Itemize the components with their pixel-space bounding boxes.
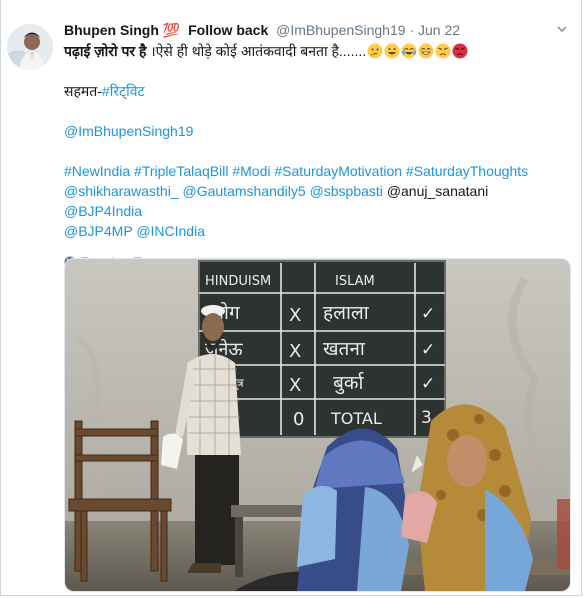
- board-cell: हलाला: [323, 302, 370, 324]
- hashtag[interactable]: #NewIndia: [64, 163, 130, 179]
- board-cell: ✓: [421, 374, 435, 394]
- board-cell: ✓: [421, 304, 435, 324]
- tweet-photo[interactable]: HINDUISM ISLAM योग X हलाला ✓ जनेऊ X खतना…: [64, 258, 571, 592]
- chevron-down-icon[interactable]: [555, 22, 569, 36]
- hashtag-retweet[interactable]: #रिट्विट: [102, 83, 145, 99]
- tweet-date[interactable]: Jun 22: [418, 22, 460, 38]
- mention[interactable]: @INCIndia: [136, 223, 205, 239]
- tears-of-joy-icon: [401, 43, 417, 59]
- avatar[interactable]: [7, 24, 53, 70]
- author-handle[interactable]: @ImBhupenSingh19: [276, 22, 405, 38]
- tweet-content: Bhupen Singh 💯 Follow back @ImBhupenSing…: [64, 20, 569, 269]
- hashtag[interactable]: #TripleTalaqBill: [134, 163, 228, 179]
- pouting-face-icon: [452, 43, 468, 59]
- thinking-face-icon: [367, 43, 383, 59]
- sahmat-prefix: सहमत-: [64, 83, 102, 99]
- classroom-photo: HINDUISM ISLAM योग X हलाला ✓ जनेऊ X खतना…: [65, 259, 570, 591]
- board-header-right: ISLAM: [335, 274, 375, 289]
- tweet-text-bold: पढ़ाई ज़ोरो पर है: [64, 43, 147, 59]
- grinning-big-eyes-icon: [418, 43, 434, 59]
- grinning-face-icon: [384, 43, 400, 59]
- tweet-card: Bhupen Singh 💯 Follow back @ImBhupenSing…: [0, 0, 582, 596]
- board-cell: X: [289, 341, 301, 362]
- hashtag[interactable]: #Modi: [232, 163, 270, 179]
- mention-self[interactable]: @ImBhupenSingh19: [64, 123, 193, 139]
- hashtag[interactable]: #SaturdayThoughts: [406, 163, 528, 179]
- hashtag[interactable]: #SaturdayMotivation: [274, 163, 402, 179]
- sahmat-line: सहमत-#रिट्विट: [64, 81, 569, 101]
- mention[interactable]: @BJP4MP: [64, 223, 132, 239]
- mention-line: @ImBhupenSingh19: [64, 121, 569, 141]
- author-name[interactable]: Bhupen Singh: [64, 22, 159, 38]
- board-cell: 0: [293, 409, 304, 430]
- tweet-text-line1: पढ़ाई ज़ोरो पर है ।ऐसे ही थोड़े कोई आतंक…: [64, 41, 569, 61]
- board-cell: ✓: [421, 340, 435, 360]
- board-cell: बुर्का: [333, 371, 364, 395]
- hashtag-block: #NewIndia #TripleTalaqBill #Modi #Saturd…: [64, 161, 569, 241]
- mention[interactable]: @shikharawasthi_: [64, 183, 179, 199]
- board-cell: 3: [421, 408, 432, 428]
- angry-face-icon: [435, 43, 451, 59]
- mention[interactable]: @BJP4India: [64, 203, 142, 219]
- board-cell: X: [289, 305, 301, 326]
- board-cell: X: [289, 375, 301, 396]
- tweet-header: Bhupen Singh 💯 Follow back @ImBhupenSing…: [64, 20, 569, 40]
- board-cell: खतना: [323, 338, 366, 360]
- separator-dot: ·: [409, 22, 415, 38]
- mention-plain: @anuj_sanatani: [386, 183, 489, 199]
- mention[interactable]: @Gautamshandily5: [183, 183, 306, 199]
- tweet-text-rest: ।ऐसे ही थोड़े कोई आतंकवादी बनता है......…: [146, 43, 367, 59]
- board-cell: TOTAL: [330, 409, 382, 428]
- mention[interactable]: @sbspbasti: [310, 183, 383, 199]
- hundred-points-emoji-icon: 💯: [162, 22, 181, 38]
- board-header-left: HINDUISM: [205, 274, 271, 289]
- follow-back-link[interactable]: Follow back: [188, 22, 268, 38]
